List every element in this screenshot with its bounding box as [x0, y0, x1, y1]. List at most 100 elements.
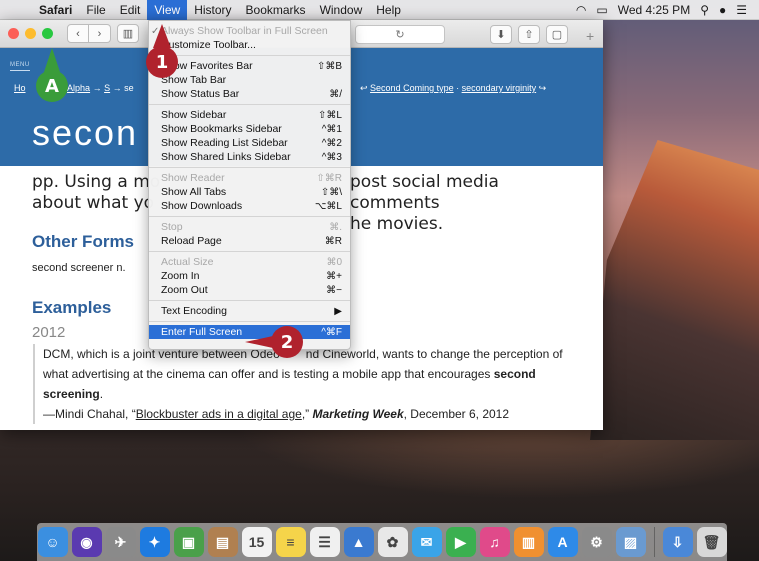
minimize-window-button[interactable] — [25, 28, 36, 39]
previous-entry-link[interactable]: Second Coming type — [370, 83, 454, 93]
siri-menubar-icon[interactable]: ● — [719, 3, 726, 17]
spotlight-search-icon[interactable]: ⚲ — [700, 3, 709, 17]
menu-separator — [149, 55, 350, 56]
menu-bookmarks[interactable]: Bookmarks — [239, 0, 313, 20]
show-tabs-button[interactable]: ▢ — [546, 25, 568, 44]
messages-icon[interactable]: ✉ — [411, 527, 442, 557]
share-button[interactable]: ⇧ — [518, 25, 540, 44]
view-menu-item[interactable]: Show Downloads ⌥⌘L — [149, 199, 350, 213]
trash-icon[interactable]: 🗑 — [696, 527, 727, 557]
quote-text-2: what advertising at the cinema can offer… — [43, 367, 494, 381]
view-menu-item: Stop ⌘. — [149, 220, 350, 234]
full-screen-button[interactable] — [42, 28, 53, 39]
menu-separator — [149, 167, 350, 168]
view-menu-item-shortcut: ⌘R — [324, 235, 342, 247]
view-menu-item: Actual Size ⌘0 — [149, 255, 350, 269]
next-entry-link[interactable]: secondary virginity — [462, 83, 537, 93]
view-menu-item[interactable]: Show Tab Bar — [149, 73, 350, 87]
menu-edit[interactable]: Edit — [113, 0, 148, 20]
callout-a: A — [36, 70, 68, 102]
menu-history[interactable]: History — [187, 0, 238, 20]
breadcrumb-alpha[interactable]: Alpha — [67, 83, 90, 93]
example-year: 2012 — [32, 324, 66, 341]
notification-center-icon[interactable]: ☰ — [736, 3, 747, 17]
view-menu-item-shortcut: ⌥⌘L — [314, 200, 342, 212]
view-menu-item-shortcut: ⌘− — [326, 284, 342, 296]
view-menu-item-label: Stop — [161, 221, 183, 233]
menu-file[interactable]: File — [79, 0, 112, 20]
view-menu-item[interactable]: Show Favorites Bar ⇧⌘B — [149, 59, 350, 73]
photos-icon[interactable]: ✿ — [377, 527, 408, 557]
ibooks-icon[interactable]: ▥ — [513, 527, 544, 557]
launchpad-icon[interactable]: ✈ — [105, 527, 136, 557]
contacts-icon[interactable]: ▤ — [207, 527, 238, 557]
view-menu-item[interactable]: Text Encoding ▶ — [149, 304, 350, 318]
view-menu-item[interactable]: Show Reading List Sidebar ^⌘2 — [149, 136, 350, 150]
page-title: secon — [32, 112, 139, 153]
cite-article-link[interactable]: Blockbuster ads in a digital age — [136, 407, 302, 421]
siri-icon[interactable]: ◉ — [71, 527, 102, 557]
view-menu-item[interactable]: Show Shared Links Sidebar ^⌘3 — [149, 150, 350, 164]
downloads-button[interactable]: ⬇ — [490, 25, 512, 44]
downloads-stack-icon[interactable]: ⇩ — [662, 527, 693, 557]
other-forms-heading: Other Forms — [32, 232, 135, 251]
airplay-display-icon[interactable]: ▭ — [596, 3, 607, 17]
view-menu-item-shortcut: ⌘/ — [329, 88, 342, 100]
wifi-icon[interactable]: ◠ — [576, 3, 586, 17]
view-menu-item[interactable]: Show All Tabs ⇧⌘\ — [149, 185, 350, 199]
definition-line-2: about what yo — [32, 193, 155, 213]
sidebar-toggle-icon[interactable]: ▥ — [117, 24, 139, 43]
notes-icon[interactable]: ≡ — [275, 527, 306, 557]
menu-window[interactable]: Window — [313, 0, 370, 20]
site-menu-label[interactable]: MENU — [10, 62, 30, 71]
status-area: ◠ ▭ Wed 4:25 PM ⚲ ● ☰ — [576, 3, 759, 17]
reload-icon[interactable]: ↻ — [395, 28, 404, 41]
view-menu-item[interactable]: Zoom Out ⌘− — [149, 283, 350, 297]
back-button[interactable]: ‹ — [67, 24, 89, 43]
forward-button[interactable]: › — [89, 24, 111, 43]
view-menu-item-label: Always Show Toolbar in Full Screen — [161, 25, 328, 37]
preview-icon[interactable]: ▨ — [615, 527, 646, 557]
view-menu-item-shortcut: ⇧⌘L — [318, 109, 342, 121]
photos-browser-icon[interactable]: ▣ — [173, 527, 204, 557]
facetime-icon[interactable]: ▶ — [445, 527, 476, 557]
view-menu-dropdown: ✓ Always Show Toolbar in Full Screen Custo… — [148, 20, 351, 350]
breadcrumb-s[interactable]: S — [104, 83, 110, 93]
view-menu-item[interactable]: Show Status Bar ⌘/ — [149, 87, 350, 101]
new-tab-icon[interactable]: + — [586, 28, 594, 44]
view-menu-item-label: Show Reading List Sidebar — [161, 137, 288, 149]
itunes-icon[interactable]: ♫ — [479, 527, 510, 557]
app-store-icon[interactable]: A — [547, 527, 578, 557]
menu-separator — [149, 104, 350, 105]
calendar-icon[interactable]: 15 — [241, 527, 272, 557]
system-preferences-icon[interactable]: ⚙ — [581, 527, 612, 557]
address-bar[interactable]: ↻ — [355, 25, 445, 44]
keynote-icon[interactable]: ▲ — [343, 527, 374, 557]
back-forward-group: ‹ › — [67, 24, 111, 43]
reminders-icon[interactable]: ☰ — [309, 527, 340, 557]
view-menu-item-shortcut: ⌘. — [329, 221, 342, 233]
view-menu-item-label: Show Bookmarks Sidebar — [161, 123, 282, 135]
view-menu-item[interactable]: Customize Toolbar... — [149, 38, 350, 52]
view-menu-item-label: Zoom In — [161, 270, 200, 282]
menu-separator — [149, 300, 350, 301]
view-menu-item[interactable]: Reload Page ⌘R — [149, 234, 350, 248]
menu-app-name[interactable]: Safari — [32, 0, 79, 20]
view-menu-item-shortcut: ^⌘3 — [321, 151, 342, 163]
safari-icon[interactable]: ✦ — [139, 527, 170, 557]
view-menu-item[interactable]: Show Bookmarks Sidebar ^⌘1 — [149, 122, 350, 136]
menu-bar: Safari File Edit View History Bookmarks … — [0, 0, 759, 20]
menu-help[interactable]: Help — [369, 0, 408, 20]
definition-line-1: pp. Using a mo — [32, 172, 161, 192]
view-menu-item-label: Show All Tabs — [161, 186, 227, 198]
other-form-entry: second screener n. — [32, 262, 126, 274]
view-menu-item[interactable]: Show Sidebar ⇧⌘L — [149, 108, 350, 122]
finder-icon[interactable]: ☺ — [37, 527, 68, 557]
breadcrumb-home[interactable]: Ho — [14, 83, 26, 93]
menu-view[interactable]: View — [147, 0, 188, 20]
clock[interactable]: Wed 4:25 PM — [618, 3, 690, 17]
view-menu-item[interactable]: Zoom In ⌘+ — [149, 269, 350, 283]
view-menu-item-shortcut: ⇧⌘R — [316, 172, 342, 184]
view-menu-item-label: Actual Size — [161, 256, 214, 268]
close-window-button[interactable] — [8, 28, 19, 39]
